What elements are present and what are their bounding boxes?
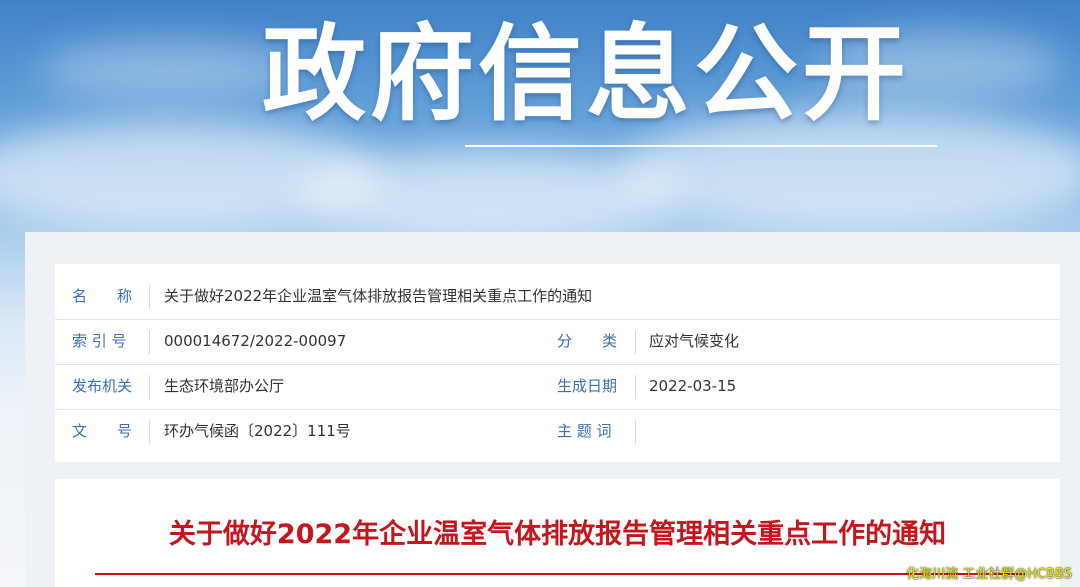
- watermark: 化海川流 工业社群@HCBBS: [906, 567, 1072, 582]
- cloud-decoration: [40, 40, 300, 100]
- issuer-value: 生态环境部办公厅: [164, 377, 285, 395]
- date-value: 2022-03-15: [649, 377, 737, 395]
- issuer-label: 发布机关: [72, 377, 133, 395]
- category-label: 分 类: [557, 332, 618, 350]
- info-row-docno: 文 号 环办气候函〔2022〕111号 主 题 词: [55, 409, 1060, 454]
- banner-title: 政府信息公开: [262, 13, 911, 135]
- info-row-index: 索 引 号 000014672/2022-00097 分 类 应对气候变化: [55, 319, 1060, 365]
- topic-label: 主 题 词: [557, 422, 612, 440]
- separator: [149, 285, 150, 309]
- info-row-issuer: 发布机关 生态环境部办公厅 生成日期 2022-03-15: [55, 364, 1060, 410]
- docno-value: 环办气候函〔2022〕111号: [164, 422, 351, 440]
- index-label: 索 引 号: [72, 332, 127, 350]
- category-value: 应对气候变化: [649, 332, 740, 350]
- separator: [149, 420, 150, 444]
- separator: [635, 375, 636, 399]
- banner-divider: [465, 145, 937, 147]
- separator: [149, 375, 150, 399]
- index-value: 000014672/2022-00097: [164, 332, 347, 350]
- separator: [149, 330, 150, 354]
- document-title: 关于做好2022年企业温室气体排放报告管理相关重点工作的通知: [168, 519, 947, 550]
- separator: [635, 420, 636, 444]
- info-row-name: 名 称 关于做好2022年企业温室气体排放报告管理相关重点工作的通知: [55, 274, 1060, 320]
- docno-label: 文 号: [72, 422, 133, 440]
- title-underline: [95, 573, 1025, 575]
- name-label: 名 称: [72, 287, 133, 305]
- name-value: 关于做好2022年企业温室气体排放报告管理相关重点工作的通知: [164, 287, 593, 305]
- date-label: 生成日期: [557, 377, 618, 395]
- separator: [635, 330, 636, 354]
- info-table: 名 称 关于做好2022年企业温室气体排放报告管理相关重点工作的通知 索 引 号…: [55, 264, 1060, 462]
